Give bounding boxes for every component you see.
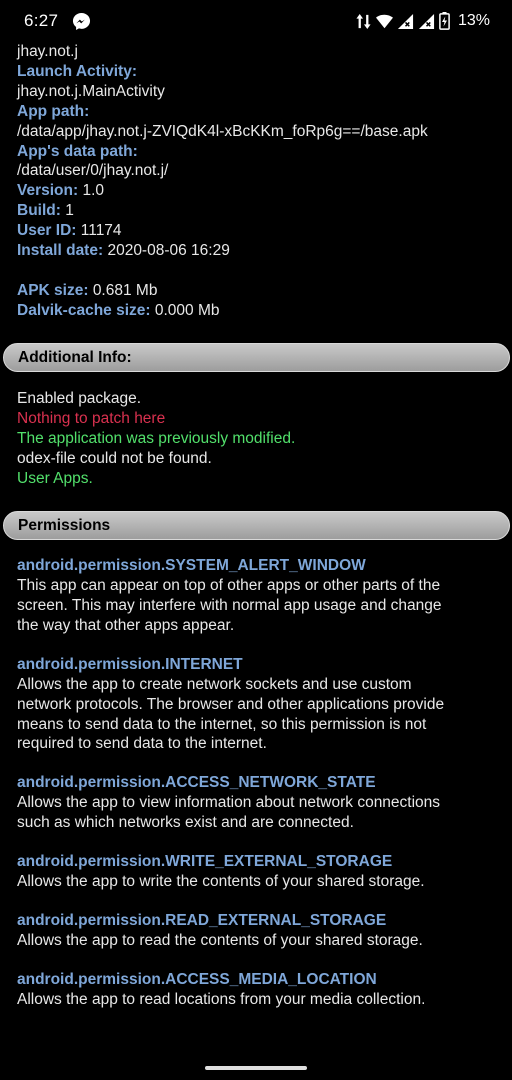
app-info: jhay.not.j Launch Activity: jhay.not.j.M… (17, 42, 507, 321)
permission-item[interactable]: android.permission.WRITE_EXTERNAL_STORAG… (17, 852, 507, 892)
permission-desc-line: Allows the app to read locations from yo… (17, 990, 426, 1008)
additional-info-header[interactable]: Additional Info: (3, 343, 510, 372)
permission-name: android.permission.SYSTEM_ALERT_WINDOW (17, 557, 366, 574)
status-bar: 6:27 13% (0, 0, 512, 44)
permission-item[interactable]: android.permission.INTERNET Allows the a… (17, 655, 507, 755)
package-name: jhay.not.j (17, 43, 78, 60)
permission-desc-line: Allows the app to view information about… (17, 794, 441, 812)
signal-icon (397, 13, 414, 29)
gesture-nav-bar[interactable] (205, 1066, 307, 1070)
install-date-row: Install date: 2020-08-06 16:29 (17, 241, 507, 261)
permission-name: android.permission.WRITE_EXTERNAL_STORAG… (17, 853, 393, 871)
permissions-header[interactable]: Permissions (3, 511, 510, 540)
permissions-title: Permissions (18, 517, 111, 534)
launch-activity-value: jhay.not.j.MainActivity (17, 82, 165, 100)
dalvik-size-row: Dalvik-cache size: 0.000 Mb (17, 301, 507, 321)
permission-item[interactable]: android.permission.SYSTEM_ALERT_WINDOW T… (17, 556, 507, 636)
user-id-label: User ID: (17, 222, 77, 240)
permission-desc-line: This app can appear on top of other apps… (17, 577, 441, 594)
permission-desc-line: the way that other apps appear. (17, 616, 235, 634)
user-id-value: 11174 (80, 222, 122, 240)
permission-desc-line: network protocols. The browser and other… (17, 695, 445, 713)
permission-desc-line: such as which networks exist and are con… (17, 814, 354, 832)
build-value: 1 (65, 202, 74, 220)
data-path-value: /data/user/0/jhay.not.j/ (17, 162, 169, 180)
permission-name: android.permission.READ_EXTERNAL_STORAGE (17, 912, 387, 930)
install-date-value: 2020-08-06 16:29 (107, 242, 230, 260)
messenger-icon (72, 12, 91, 31)
permission-item[interactable]: android.permission.READ_EXTERNAL_STORAGE… (17, 911, 507, 951)
info-odex: odex-file could not be found. (17, 449, 212, 467)
app-path-value: /data/app/jhay.not.j-ZVIQdK4l-xBcKKm_foR… (17, 122, 428, 140)
build-row: Build: 1 (17, 201, 507, 221)
info-user-apps: User Apps. (17, 469, 93, 487)
permission-item[interactable]: android.permission.ACCESS_MEDIA_LOCATION… (17, 970, 507, 1010)
permission-desc-line: Allows the app to read the contents of y… (17, 932, 423, 950)
info-modified: The application was previously modified. (17, 429, 296, 447)
launch-activity-label: Launch Activity: (17, 62, 137, 80)
version-value: 1.0 (82, 182, 105, 200)
user-id-row: User ID: 11174 (17, 221, 507, 241)
info-nothing-to-patch: Nothing to patch here (17, 409, 166, 427)
permission-desc-line: Allows the app to create network sockets… (17, 675, 412, 693)
dalvik-size-label: Dalvik-cache size: (17, 301, 151, 319)
apk-size-label: APK size: (17, 281, 89, 299)
app-path-label: App path: (17, 102, 90, 120)
permission-name: android.permission.ACCESS_MEDIA_LOCATION (17, 970, 377, 988)
permission-item[interactable]: android.permission.ACCESS_NETWORK_STATE … (17, 773, 507, 833)
battery-percent: 13% (457, 12, 490, 29)
data-path-label: App's data path: (17, 142, 138, 160)
install-date-label: Install date: (17, 242, 104, 260)
additional-info-body: Enabled package. Nothing to patch here T… (17, 389, 507, 489)
permission-name: android.permission.INTERNET (17, 655, 243, 673)
wifi-icon (375, 14, 393, 28)
version-row: Version: 1.0 (17, 181, 507, 201)
permission-desc-line: screen. This may interfere with normal a… (17, 596, 442, 614)
info-enabled: Enabled package. (17, 390, 142, 407)
status-icons: 13% (355, 10, 490, 32)
build-label: Build: (17, 202, 61, 220)
apk-size-value: 0.681 Mb (92, 281, 158, 299)
permission-desc-line: means to send data to the internet, so t… (17, 715, 427, 733)
signal-icon (418, 13, 435, 29)
apk-size-row: APK size: 0.681 Mb (17, 281, 507, 301)
data-arrows-icon (356, 13, 371, 29)
permission-desc-line: Allows the app to write the contents of … (17, 873, 425, 891)
status-time: 6:27 (24, 11, 59, 30)
battery-icon (439, 12, 450, 30)
version-label: Version: (17, 182, 79, 200)
dalvik-size-value: 0.000 Mb (154, 301, 220, 319)
permission-desc-line: required to send data to the internet. (17, 735, 267, 753)
permissions-list: android.permission.SYSTEM_ALERT_WINDOW T… (17, 556, 507, 1029)
permission-name: android.permission.ACCESS_NETWORK_STATE (17, 774, 376, 792)
additional-info-title: Additional Info: (18, 349, 132, 366)
